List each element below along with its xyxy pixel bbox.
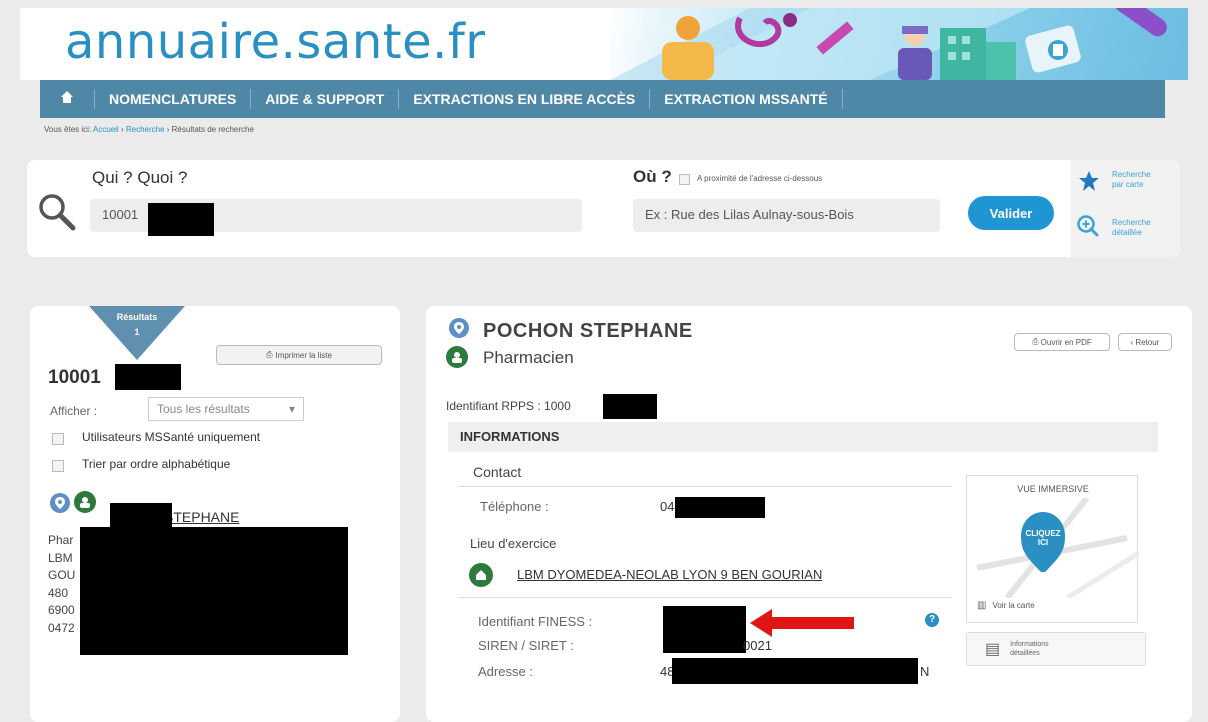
divider [458,486,952,487]
qui-quoi-value: 10001 [102,207,139,222]
breadcrumb-current: Résultats de recherche [171,125,254,134]
location-pin-icon [449,318,469,338]
ou-label: Où ? [633,167,672,186]
lieu-exercice-title: Lieu d'exercice [470,536,557,551]
location-pin-icon [50,493,70,513]
professional-icon [446,346,468,368]
site-logo[interactable]: annuaire.sante.fr [65,14,485,70]
main-nav: NOMENCLATURES AIDE & SUPPORT EXTRACTIONS… [40,80,1165,118]
map-search-icon[interactable] [1078,170,1100,197]
redaction-block [115,364,181,390]
immersive-map-icon: CLIQUEZ ICI [976,498,1139,598]
ou-input[interactable]: Ex : Rue des Lilas Aulnay-sous-Bois [633,199,940,232]
ou-placeholder: Ex : Rue des Lilas Aulnay-sous-Bois [645,207,854,222]
redaction-block [675,497,765,518]
nav-extraction-mssante[interactable]: EXTRACTION MSSANTÉ [650,89,843,109]
redaction-block [148,203,214,236]
svg-text:ICI: ICI [1038,538,1048,547]
mssante-checkbox[interactable] [52,433,64,445]
home-icon [60,90,74,109]
informations-detaillees-button[interactable]: ▤ Informations détaillées [966,632,1146,666]
help-icon[interactable]: ? [925,613,939,627]
phone-value: 04 [660,499,675,514]
immersive-view-box[interactable]: VUE IMMERSIVE CLIQUEZ ICI ▥ Voir la cart… [966,475,1139,623]
adresse-value-end: N [920,664,930,679]
siren-value: 0021 [743,638,772,653]
chevron-down-icon: ▾ [288,402,295,416]
detailed-search-icon[interactable] [1076,214,1100,243]
results-count: 1 [134,327,140,337]
rpps-identifier: Identifiant RPPS : 1000 [446,399,571,413]
professional-icon [74,491,96,513]
divider [458,597,952,598]
nav-home-button[interactable] [40,89,95,109]
nav-extractions-libre-acces[interactable]: EXTRACTIONS EN LIBRE ACCÈS [399,89,651,109]
detail-profession: Pharmacien [483,348,574,367]
phone-label: Téléphone : [480,499,549,514]
adresse-label: Adresse : [478,664,533,679]
establishment-icon [469,563,493,587]
proximity-checkbox[interactable] [679,174,690,185]
redaction-block [663,606,746,653]
breadcrumb-accueil[interactable]: Accueil [93,125,119,134]
map-icon: ▥ [977,600,987,611]
chevron-left-icon: ‹ [1130,337,1134,347]
alpha-sort-label: Trier par ordre alphabétique [82,457,231,471]
svg-text:CLIQUEZ: CLIQUEZ [1025,529,1060,538]
finess-label: Identifiant FINESS : [478,614,593,629]
detailed-search-link[interactable]: Recherche détaillée [1112,218,1151,238]
results-badge-title: Résultats [116,312,158,322]
banner-illustration [610,8,1188,80]
valider-button[interactable]: Valider [968,196,1054,230]
info-card-icon: ▤ [985,641,1001,658]
siren-label: SIREN / SIRET : [478,638,574,653]
search-icon [38,193,76,236]
nav-aide-support[interactable]: AIDE & SUPPORT [251,89,400,109]
printer-icon: ⎙ [1032,337,1039,346]
redaction-block [603,394,657,419]
informations-section-header: INFORMATIONS [448,422,1158,452]
show-label: Afficher : [50,404,98,418]
nav-nomenclatures[interactable]: NOMENCLATURES [95,89,252,109]
back-button[interactable]: ‹ Retour [1118,333,1172,351]
detail-name: POCHON STEPHANE [483,320,693,342]
alpha-sort-checkbox[interactable] [52,460,64,472]
immersive-title: VUE IMMERSIVE [1017,484,1089,494]
qui-quoi-label: Qui ? Quoi ? [92,168,188,187]
voir-carte-link[interactable]: ▥ Voir la carte [977,600,1035,611]
lieu-exercice-link[interactable]: LBM DYOMEDEA-NEOLAB LYON 9 BEN GOURIAN [517,567,822,582]
mssante-filter-label: Utilisateurs MSSanté uniquement [82,430,261,444]
print-list-button[interactable]: ⎙ Imprimer la liste [216,345,382,365]
contact-title: Contact [473,464,522,480]
redaction-block [110,503,172,529]
map-search-link[interactable]: Recherche par carte [1112,170,1151,190]
redaction-block [672,658,918,684]
show-select[interactable]: Tous les résultats ▾ [148,397,304,421]
breadcrumb: Vous êtes ici: Accueil › Recherche › Rés… [44,125,254,134]
result-details: Phar LBM GOU 480 6900 0472 [48,533,76,635]
open-pdf-button[interactable]: ⎙ Ouvrir en PDF [1014,333,1110,351]
proximity-label: A proximité de l'adresse ci-dessous [697,174,823,183]
breadcrumb-recherche[interactable]: Recherche [126,125,165,134]
redaction-block [80,527,348,655]
printer-icon: ⎙ [266,350,273,359]
